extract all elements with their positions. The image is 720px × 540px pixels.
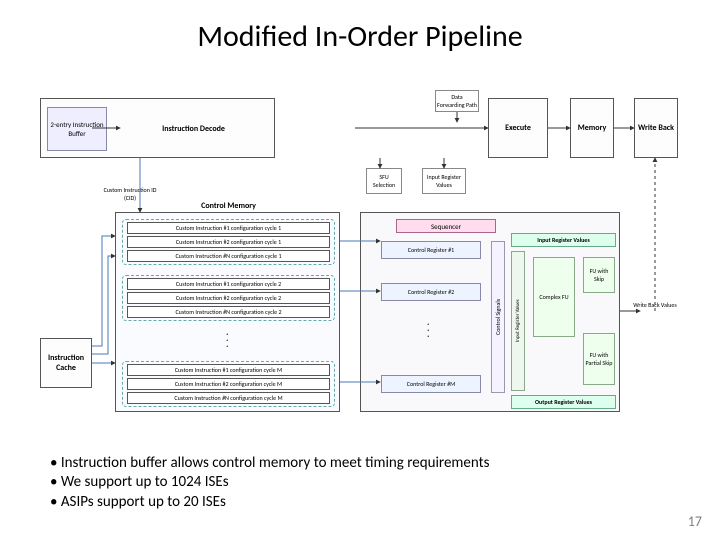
page-number: 17 (688, 513, 702, 530)
control-memory-title: Control Memory (116, 201, 341, 211)
control-signals: Control Signals (491, 241, 505, 393)
cm-row: Custom Instruction #2 configuration cycl… (127, 378, 330, 390)
input-reg-vals: Input Register Values (422, 168, 466, 194)
input-register-side: Input Register Values (511, 251, 525, 391)
wb-values-label: Write Back Values (630, 301, 680, 309)
control-register: Control Register #2 (381, 283, 481, 301)
input-register-values: Input Register Values (511, 233, 616, 247)
cm-row: Custom Instruction #N configuration cycl… (127, 306, 330, 318)
fu-partial: FU with Partial Skip (583, 333, 615, 385)
bullet-item: We support up to 1024 ISEs (50, 473, 490, 493)
diagram: Instruction Fetch 2-entry Instruction Bu… (40, 86, 680, 436)
control-register: Control Register #M (381, 375, 481, 393)
cm-row: Custom Instruction #2 configuration cycl… (127, 236, 330, 248)
control-register: Control Register #1 (381, 241, 481, 259)
cm-group-m: Custom Instruction #1 configuration cycl… (122, 361, 335, 407)
slide-title: Modified In-Order Pipeline (0, 18, 720, 55)
output-register-values: Output Register Values (511, 395, 616, 409)
cm-row: Custom Instruction #N configuration cycl… (127, 392, 330, 404)
stage-writeback: Write Back (634, 98, 678, 158)
cm-row: Custom Instruction #N configuration cycl… (127, 250, 330, 262)
bullet-item: ASIPs support up to 20 ISEs (50, 493, 490, 513)
cm-group-2: Custom Instruction #1 configuration cycl… (122, 275, 335, 321)
sfu-block: Sequencer Control Register #1 Control Re… (360, 212, 620, 412)
complex-fu: Complex FU (533, 257, 575, 337)
data-fwd: Data Forwarding Path (435, 90, 479, 112)
cm-group-1: Custom Instruction #1 configuration cycl… (122, 219, 335, 265)
cid-label: Custom Instruction ID (CID) (100, 186, 160, 202)
stage-memory: Memory (570, 98, 614, 158)
decode-label: Instruction Decode (111, 99, 276, 159)
instruction-cache: Instruction Cache (40, 338, 92, 388)
cm-row: Custom Instruction #1 configuration cycl… (127, 222, 330, 234)
bullet-list: Instruction buffer allows control memory… (50, 454, 490, 513)
stage-execute: Execute (488, 98, 548, 158)
cm-row: Custom Instruction #2 configuration cycl… (127, 292, 330, 304)
sequencer: Sequencer (396, 219, 496, 233)
fu-skip: FU with Skip (583, 257, 615, 293)
stage-decode-outer: 2-entry Instruction Buffer Instruction D… (40, 98, 275, 158)
cm-row: Custom Instruction #1 configuration cycl… (127, 278, 330, 290)
cm-row: Custom Instruction #1 configuration cycl… (127, 364, 330, 376)
bullet-item: Instruction buffer allows control memory… (50, 454, 490, 474)
control-memory: Control Memory Custom Instruction #1 con… (115, 212, 340, 412)
decode-buffer: 2-entry Instruction Buffer (47, 107, 107, 151)
sfu-sel: SFU Selection (366, 168, 402, 194)
